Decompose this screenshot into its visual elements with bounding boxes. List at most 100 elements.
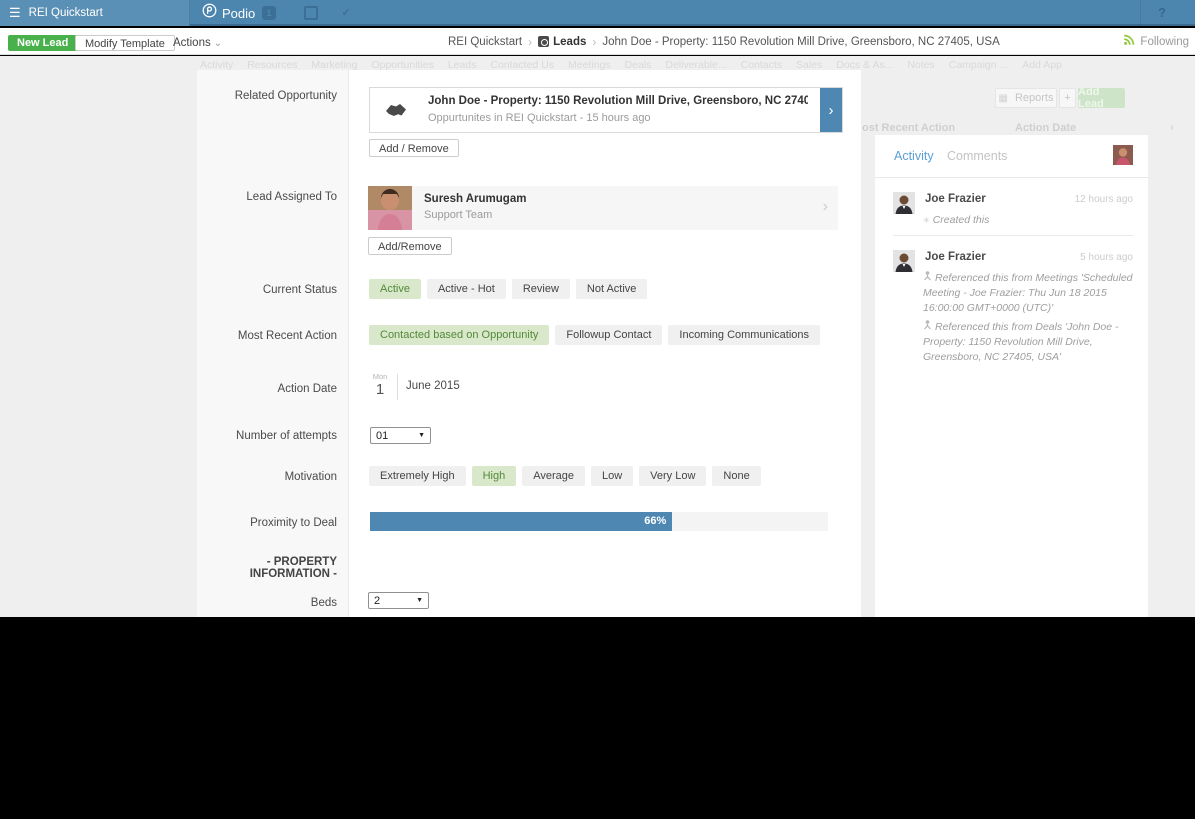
page-background: Activity Resources Marketing Opportuniti… [0, 56, 1195, 617]
tab-activity[interactable]: Activity [894, 149, 934, 163]
action-option-incoming[interactable]: Incoming Communications [668, 325, 820, 345]
activity-line[interactable]: Referenced this from Meetings 'Scheduled… [923, 271, 1135, 316]
divider [893, 235, 1133, 236]
podio-logo-icon [202, 3, 217, 23]
reference-icon [923, 271, 932, 286]
new-lead-button[interactable]: New Lead [8, 35, 77, 51]
opportunity-subtitle: Oppurtunites in REI Quickstart - 15 hour… [428, 112, 651, 124]
motivation-option-high[interactable]: High [472, 466, 517, 486]
top-bar: ☰ REI Quickstart Podio 1 ✓ ? [0, 0, 1195, 26]
field-label-action-date: Action Date [197, 383, 337, 395]
attempts-value: 01 [376, 430, 388, 442]
beds-select[interactable]: 2 ▼ [368, 592, 429, 609]
avatar [368, 186, 412, 230]
divider [1140, 0, 1141, 26]
following-toggle[interactable]: Following [1123, 28, 1189, 55]
deal-icon [370, 88, 422, 132]
status-option-active-hot[interactable]: Active - Hot [427, 279, 506, 299]
modify-template-button[interactable]: Modify Template [75, 35, 175, 51]
column-action-date: Action Date [1015, 122, 1076, 134]
tab-comments[interactable]: Comments [947, 149, 1007, 163]
avatar [893, 192, 915, 214]
brand-name: Podio [222, 6, 255, 21]
assigned-person-card[interactable]: Suresh Arumugam Support Team › [368, 186, 838, 230]
motivation-option-extremely-high[interactable]: Extremely High [369, 466, 466, 486]
activity-panel: Activity Comments Joe Frazier 12 hours a… [875, 135, 1148, 617]
column-most-recent-action: ost Recent Action [862, 122, 955, 134]
field-label-motivation: Motivation [197, 471, 337, 483]
current-status-options: Active Active - Hot Review Not Active [369, 279, 647, 299]
divider [397, 374, 398, 400]
action-date-day: 1 [376, 381, 384, 398]
select-arrow-icon: ▼ [416, 597, 423, 604]
nav-item[interactable]: Notes [907, 59, 934, 71]
proximity-percent: 66% [644, 515, 666, 527]
notifications-icon[interactable]: 1 [262, 6, 276, 20]
chevron-down-icon: ⌄ [214, 38, 222, 49]
activity-timestamp: 12 hours ago [1075, 194, 1133, 205]
activity-timestamp: 5 hours ago [1080, 252, 1133, 263]
tasks-icon[interactable]: ✓ [339, 6, 353, 20]
field-label-proximity: Proximity to Deal [197, 517, 337, 529]
help-button[interactable]: ? [1158, 5, 1166, 20]
nav-item[interactable]: Add App [1022, 59, 1062, 71]
motivation-option-very-low[interactable]: Very Low [639, 466, 706, 486]
motivation-option-low[interactable]: Low [591, 466, 633, 486]
field-label-beds: Beds [197, 597, 337, 609]
opportunity-open-arrow[interactable]: › [820, 88, 842, 132]
action-option-followup[interactable]: Followup Contact [555, 325, 662, 345]
podio-home-link[interactable]: Podio [202, 0, 255, 26]
chevron-right-icon: › [823, 198, 828, 216]
chevron-right-icon: › [528, 35, 532, 49]
motivation-options: Extremely High High Average Low Very Low… [369, 466, 761, 486]
add-lead-ghost-button[interactable]: Add Lead [1078, 88, 1125, 108]
chevron-right-icon: › [592, 35, 596, 49]
lead-detail-panel: Related Opportunity John Doe - Property:… [197, 70, 861, 617]
breadcrumb: REI Quickstart › Leads › John Doe - Prop… [448, 28, 1000, 55]
most-recent-action-options: Contacted based on Opportunity Followup … [369, 325, 820, 345]
status-option-review[interactable]: Review [512, 279, 570, 299]
nav-item[interactable]: Campaign ... [949, 59, 1009, 71]
action-date-value[interactable]: Mon 1 June 2015 [371, 373, 460, 400]
following-rss-icon [1123, 34, 1135, 49]
avatar[interactable] [1113, 145, 1133, 165]
created-icon: ✳ [923, 213, 930, 228]
actions-menu[interactable]: Actions⌄ [173, 37, 222, 49]
action-option-contacted[interactable]: Contacted based on Opportunity [369, 325, 549, 345]
status-option-active[interactable]: Active [369, 279, 421, 299]
field-label-current-status: Current Status [197, 284, 337, 296]
activity-panel-header: Activity Comments [875, 135, 1148, 178]
breadcrumb-workspace[interactable]: REI Quickstart [448, 36, 522, 48]
related-opportunity-card[interactable]: John Doe - Property: 1150 Revolution Mil… [369, 87, 843, 133]
hamburger-icon[interactable]: ☰ [9, 0, 21, 26]
chevron-right-icon[interactable]: › [1170, 122, 1174, 134]
field-label-related-opportunity: Related Opportunity [197, 90, 337, 102]
motivation-option-average[interactable]: Average [522, 466, 585, 486]
proximity-fill: 66% [370, 512, 672, 531]
avatar [893, 250, 915, 272]
attempts-select[interactable]: 01 ▼ [370, 427, 431, 444]
property-information-section-label: - PROPERTY INFORMATION - [197, 556, 337, 580]
leads-app-icon [538, 36, 549, 47]
activity-line[interactable]: Referenced this from Deals 'John Doe - P… [923, 320, 1135, 365]
screen: ☰ REI Quickstart Podio 1 ✓ ? New Lead Mo… [0, 0, 1195, 819]
activity-author[interactable]: Joe Frazier [925, 193, 986, 205]
assigned-person-name: Suresh Arumugam [424, 193, 526, 205]
reports-button[interactable]: ▦Reports [995, 88, 1057, 108]
breadcrumb-app-leads[interactable]: Leads [538, 36, 586, 48]
assigned-person-team: Support Team [424, 209, 492, 221]
motivation-option-none[interactable]: None [712, 466, 760, 486]
breadcrumb-item: John Doe - Property: 1150 Revolution Mil… [602, 36, 999, 48]
activity-author[interactable]: Joe Frazier [925, 251, 986, 263]
opportunity-add-remove-button[interactable]: Add / Remove [369, 139, 459, 157]
beds-value: 2 [374, 595, 380, 607]
calendar-icon[interactable] [304, 6, 318, 20]
action-date-weekday: Mon [371, 373, 389, 381]
add-report-button[interactable]: + [1059, 88, 1076, 108]
assigned-add-remove-button[interactable]: Add/Remove [368, 237, 452, 255]
action-date-month-year: June 2015 [406, 373, 460, 400]
workspace-switcher[interactable]: ☰ REI Quickstart [0, 0, 190, 26]
status-option-not-active[interactable]: Not Active [576, 279, 648, 299]
field-label-lead-assigned: Lead Assigned To [197, 191, 337, 203]
proximity-progress-track[interactable]: 66% [370, 512, 828, 531]
